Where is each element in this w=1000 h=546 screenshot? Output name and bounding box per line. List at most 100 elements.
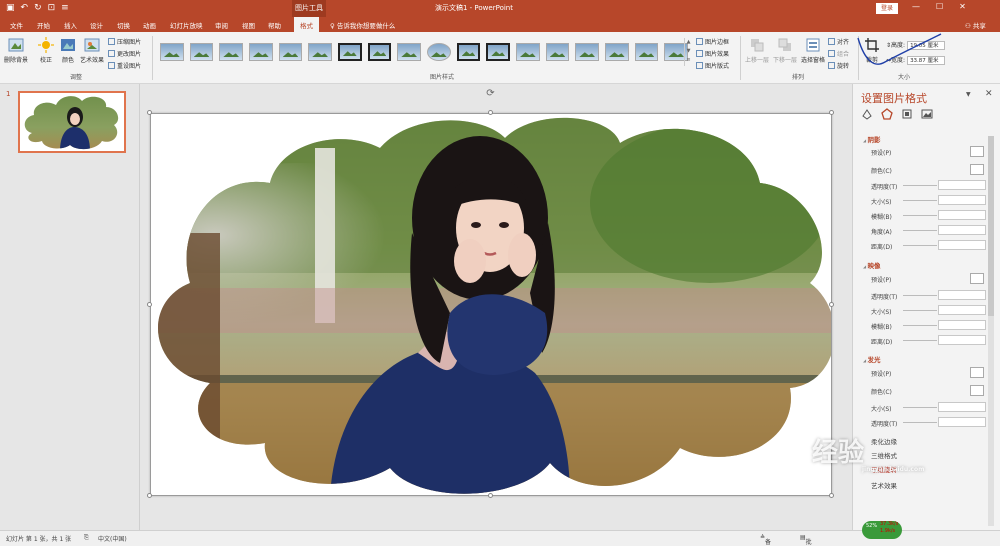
tab-slideshow[interactable]: 幻灯片放映 [170,20,203,30]
customize-qat-icon[interactable]: ≡ [61,3,69,13]
picture-effects-button[interactable]: 图片效果 [696,49,729,58]
picture-style-thumb[interactable] [189,43,214,61]
pane-close-button[interactable]: ✕ [985,89,993,99]
resize-handle-s[interactable] [488,493,493,498]
picture-style-thumb[interactable] [308,43,332,61]
minimize-button[interactable]: — [912,2,920,11]
pane-options-dropdown[interactable]: ▼ [966,91,971,98]
picture-icon[interactable] [921,108,933,120]
artistic-effects-button[interactable]: 艺术效果 [80,37,104,64]
tab-transitions[interactable]: 切换 [117,20,130,30]
picture-style-thumb[interactable] [575,43,599,61]
reflection-preset-button[interactable] [970,273,984,284]
fill-line-icon[interactable] [861,108,873,120]
comments-button[interactable]: ▤ 批注 [800,534,812,546]
language-status[interactable]: 中文(中国) [98,534,127,543]
gallery-scroll[interactable]: ▲ ▼ ≡ [684,38,692,66]
maximize-button[interactable]: ☐ [936,2,943,11]
picture-style-thumb[interactable] [367,43,392,61]
shadow-angle-input[interactable] [938,225,986,235]
reflection-section-header[interactable]: 映像 [863,260,880,270]
shadow-transparency-input[interactable] [938,180,986,190]
tab-home[interactable]: 开始 [37,20,50,30]
resize-handle-nw[interactable] [147,110,152,115]
redo-icon[interactable]: ↻ [34,3,42,13]
picture-style-thumb[interactable] [219,43,243,61]
glow-color-button[interactable] [970,385,984,396]
reset-picture-button[interactable]: 重设图片 [108,61,141,70]
spellcheck-icon[interactable]: ⎘ [84,534,89,542]
shadow-size-input[interactable] [938,195,986,205]
resize-handle-sw[interactable] [147,493,152,498]
save-icon[interactable]: ▣ [6,3,15,13]
corrections-button[interactable]: 校正 [36,37,56,64]
picture-style-thumb[interactable] [278,43,303,61]
glow-size-input[interactable] [938,402,986,412]
align-button[interactable]: 对齐 [828,37,849,46]
glow-section-header[interactable]: 发光 [863,354,880,364]
slide[interactable] [150,113,832,496]
shadow-section-header[interactable]: 阴影 [863,134,880,144]
glow-preset-button[interactable] [970,367,984,378]
picture-style-thumb[interactable] [456,43,481,61]
login-button[interactable]: 登录 [876,3,898,14]
picture-layout-button[interactable]: 图片版式 [696,61,729,70]
rotate-handle[interactable]: ⟳ [485,89,496,100]
resize-handle-w[interactable] [147,302,152,307]
cloud-shaped-photo[interactable] [150,113,832,496]
send-backward-button[interactable]: 下移一层 [772,37,798,64]
picture-style-thumb[interactable] [545,43,570,61]
reflection-blur-slider[interactable] [903,325,937,326]
bring-forward-button[interactable]: 上移一层 [744,37,770,64]
shadow-blur-input[interactable] [938,210,986,220]
shadow-distance-input[interactable] [938,240,986,250]
picture-style-thumb[interactable] [160,43,184,61]
shadow-preset-button[interactable] [970,146,984,157]
resize-handle-n[interactable] [488,110,493,115]
shadow-angle-slider[interactable] [903,230,937,231]
undo-icon[interactable]: ↶ [21,3,29,13]
compress-pictures-button[interactable]: 压缩图片 [108,37,141,46]
picture-style-thumb[interactable] [426,43,451,61]
change-picture-button[interactable]: 更改图片 [108,49,141,58]
effects-icon[interactable] [881,108,893,120]
slide-thumbnail[interactable] [18,91,126,153]
color-button[interactable]: 颜色 [58,37,78,64]
shadow-transparency-slider[interactable] [903,185,937,186]
shadow-distance-slider[interactable] [903,245,937,246]
notes-button[interactable]: ≙ 备注 [760,534,771,546]
picture-style-thumb[interactable] [516,43,540,61]
size-properties-icon[interactable] [901,108,913,120]
resize-handle-ne[interactable] [829,110,834,115]
shadow-blur-slider[interactable] [903,215,937,216]
reflection-distance-slider[interactable] [903,340,937,341]
picture-style-thumb[interactable] [486,43,510,61]
picture-style-thumb[interactable] [337,43,362,61]
tab-review[interactable]: 审阅 [215,20,228,30]
picture-style-thumb[interactable] [397,43,421,61]
picture-style-thumb[interactable] [634,43,659,61]
tab-insert[interactable]: 插入 [64,20,77,30]
reflection-blur-input[interactable] [938,320,986,330]
reflection-transparency-input[interactable] [938,290,986,300]
glow-transparency-input[interactable] [938,417,986,427]
tell-me-search[interactable]: ♀ 告诉我你想要做什么 [330,20,395,30]
pane-scrollbar[interactable] [988,136,994,526]
picture-style-thumb[interactable] [248,43,273,61]
resize-handle-e[interactable] [829,302,834,307]
remove-background-button[interactable]: 删除背景 [4,37,28,64]
tab-animations[interactable]: 动画 [143,20,156,30]
start-from-beginning-icon[interactable]: ⊡ [48,3,56,13]
close-button[interactable]: ✕ [959,2,966,11]
picture-style-thumb[interactable] [604,43,629,61]
reflection-size-input[interactable] [938,305,986,315]
glow-size-slider[interactable] [903,407,937,408]
reflection-size-slider[interactable] [903,310,937,311]
tab-file[interactable]: 文件 [10,20,23,30]
shadow-size-slider[interactable] [903,200,937,201]
tab-format[interactable]: 格式 [294,17,319,32]
rotate-button[interactable]: 旋转 [828,61,849,70]
tab-view[interactable]: 视图 [242,20,255,30]
shadow-color-button[interactable] [970,164,984,175]
group-button[interactable]: 组合 [828,49,849,58]
